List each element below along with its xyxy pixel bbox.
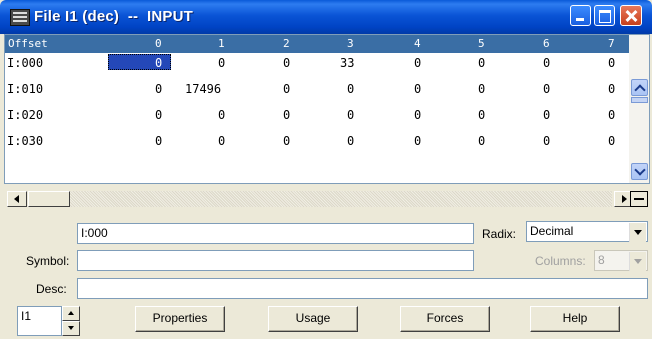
data-table: Offset 0 1 2 3 4 5 6 7 I:000 0 0 0 33 0 …: [4, 34, 650, 184]
table-cell[interactable]: 0: [283, 108, 290, 122]
help-button[interactable]: Help: [530, 306, 620, 332]
symbol-field[interactable]: [77, 250, 474, 271]
minimize-button[interactable]: [570, 5, 591, 26]
table-cell[interactable]: 0: [608, 82, 615, 96]
scroll-left-icon[interactable]: [7, 191, 27, 207]
column-header[interactable]: 1: [218, 37, 225, 50]
table-cell[interactable]: 0: [608, 56, 615, 70]
table-cell[interactable]: 0: [414, 108, 421, 122]
chevron-down-icon: [629, 252, 646, 271]
offset-header: Offset: [8, 37, 48, 50]
horizontal-scrollbar[interactable]: [4, 188, 634, 208]
radix-label: Radix:: [482, 227, 517, 241]
column-header[interactable]: 5: [478, 37, 485, 50]
table-cell[interactable]: 0: [414, 82, 421, 96]
table-cell[interactable]: 0: [543, 134, 550, 148]
file-selector-field[interactable]: I1: [17, 306, 62, 336]
spin-down-icon[interactable]: [62, 321, 80, 336]
column-header[interactable]: 6: [543, 37, 550, 50]
properties-button[interactable]: Properties: [135, 306, 225, 332]
window-title: File I1 (dec) -- INPUT: [34, 8, 193, 25]
radix-value: Decimal: [530, 224, 574, 238]
desc-label: Desc:: [36, 282, 67, 296]
table-cell[interactable]: 0: [347, 134, 354, 148]
table-cell[interactable]: 0: [414, 134, 421, 148]
column-header[interactable]: 2: [283, 37, 290, 50]
row-offset: I:020: [7, 108, 44, 122]
table-header: Offset 0 1 2 3 4 5 6 7: [5, 35, 629, 53]
forces-button[interactable]: Forces: [400, 306, 490, 332]
table-cell[interactable]: 17496: [185, 82, 221, 96]
table-cell[interactable]: 0: [478, 56, 485, 70]
table-cell[interactable]: 0: [414, 56, 421, 70]
table-cell[interactable]: 0: [283, 82, 290, 96]
table-cell[interactable]: 0: [543, 82, 550, 96]
column-header[interactable]: 7: [608, 37, 615, 50]
usage-button-label: Usage: [295, 311, 331, 325]
spin-up-icon[interactable]: [62, 306, 80, 321]
file-spinner[interactable]: [62, 306, 80, 336]
title-bar: File I1 (dec) -- INPUT: [0, 0, 652, 34]
column-header[interactable]: 4: [414, 37, 421, 50]
symbol-label: Symbol:: [26, 254, 70, 268]
desc-field[interactable]: [77, 278, 648, 299]
maximize-button[interactable]: [594, 5, 615, 26]
table-cell[interactable]: 0: [347, 82, 354, 96]
table-cell[interactable]: 0: [155, 82, 162, 96]
table-cell[interactable]: 0: [347, 108, 354, 122]
table-cell[interactable]: 0: [478, 134, 485, 148]
table-row: I:020 0 0 0 0 0 0 0 0: [5, 105, 629, 125]
table-cell[interactable]: 0: [608, 134, 615, 148]
row-offset: I:010: [7, 82, 44, 96]
close-button[interactable]: [620, 5, 642, 26]
row-offset: I:030: [7, 134, 44, 148]
table-cell[interactable]: 0: [478, 82, 485, 96]
row-offset: I:000: [7, 56, 44, 70]
scroll-up-icon[interactable]: [631, 79, 648, 96]
table-cell[interactable]: 33: [340, 56, 354, 70]
forces-button-label: Forces: [426, 311, 464, 325]
table-row: I:000 0 0 0 33 0 0 0 0: [5, 53, 629, 73]
table-cell[interactable]: 0: [608, 108, 615, 122]
address-field[interactable]: I:000: [77, 223, 474, 244]
data-file-icon: [10, 9, 30, 26]
table-cell[interactable]: 0: [218, 108, 225, 122]
scroll-thumb[interactable]: [631, 97, 648, 103]
table-cell[interactable]: 0: [543, 108, 550, 122]
horizontal-scroll-thumb[interactable]: [28, 191, 70, 207]
properties-button-label: Properties: [152, 311, 208, 325]
table-cell[interactable]: 0: [218, 134, 225, 148]
table-cell[interactable]: 0: [155, 134, 162, 148]
columns-label: Columns:: [535, 254, 586, 268]
vertical-scrollbar[interactable]: [629, 35, 649, 183]
horizontal-scroll-track[interactable]: [70, 191, 612, 207]
table-cell[interactable]: 0: [218, 56, 225, 70]
table-row: I:030 0 0 0 0 0 0 0 0: [5, 131, 629, 151]
table-cell[interactable]: 0: [155, 108, 162, 122]
scroll-down-icon[interactable]: [631, 163, 648, 180]
column-header[interactable]: 3: [347, 37, 354, 50]
table-cell[interactable]: 0: [155, 56, 162, 70]
column-header[interactable]: 0: [155, 37, 162, 50]
columns-select: 8: [594, 250, 648, 271]
help-button-label: Help: [562, 311, 588, 325]
radix-select[interactable]: Decimal: [526, 221, 648, 242]
table-cell[interactable]: 0: [283, 56, 290, 70]
table-cell[interactable]: 0: [478, 108, 485, 122]
collapse-icon[interactable]: [630, 191, 648, 207]
chevron-down-icon[interactable]: [629, 223, 646, 242]
table-row: I:010 0 17496 0 0 0 0 0 0: [5, 79, 629, 99]
columns-value: 8: [598, 253, 605, 267]
table-cell[interactable]: 0: [283, 134, 290, 148]
usage-button[interactable]: Usage: [268, 306, 358, 332]
table-cell[interactable]: 0: [543, 56, 550, 70]
